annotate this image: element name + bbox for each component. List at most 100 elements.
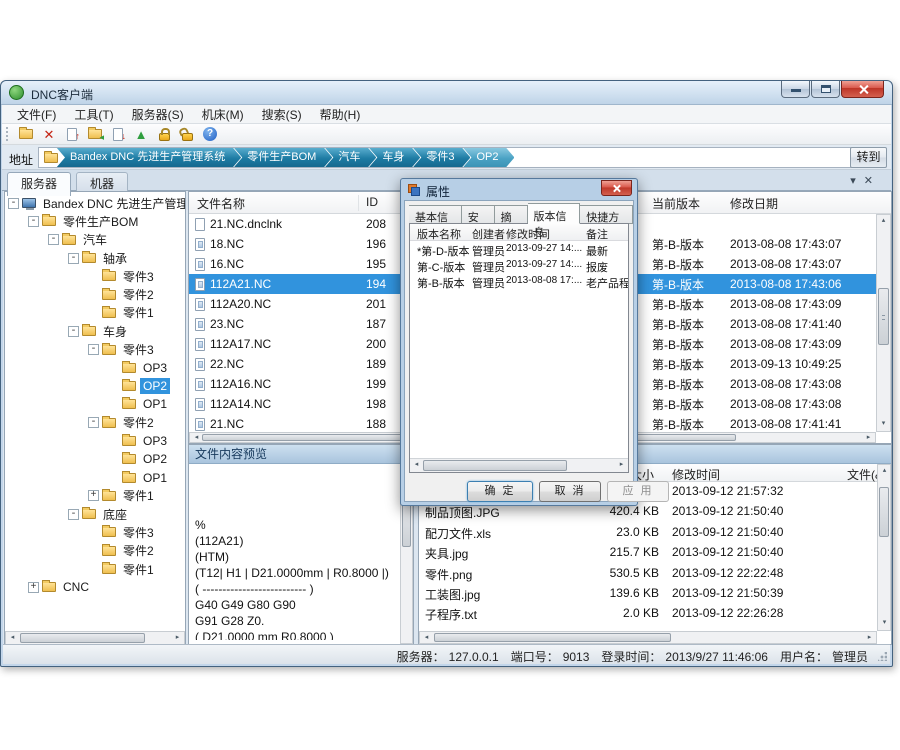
expand-toggle-icon[interactable] — [88, 344, 99, 355]
tree-node[interactable]: 零件3 — [5, 340, 185, 358]
column-header-modified[interactable]: 修改时间 — [672, 466, 720, 483]
scroll-right-icon[interactable]: ▸ — [615, 459, 628, 472]
tree-node[interactable]: 轴承 — [5, 249, 185, 267]
help-button[interactable]: ? — [200, 125, 220, 143]
dialog-tab[interactable]: 快捷方式 — [580, 205, 633, 224]
tree-node[interactable]: 零件3 — [5, 523, 185, 541]
open-folder-button[interactable]: ◂ — [85, 125, 105, 143]
go-button[interactable]: 转到 — [850, 147, 887, 168]
tree-node[interactable]: 零件1 — [5, 487, 185, 505]
tree-node[interactable]: OP1 — [5, 468, 185, 486]
delete-icon: ✕ — [44, 128, 55, 141]
version-row[interactable]: 第-C-版本 管理员 2013-09-27 14:... 报废 — [410, 257, 628, 273]
dialog-tab[interactable]: 安全 — [462, 205, 495, 224]
address-field[interactable]: Bandex DNC 先进生产管理系统零件生产BOM汽车车身零件3OP2 — [38, 147, 858, 168]
expand-toggle-icon[interactable] — [48, 234, 59, 245]
file-list-vscrollbar[interactable]: ▴ ▾ — [876, 214, 891, 432]
tree-node[interactable]: 零件生产BOM — [5, 212, 185, 230]
upload-button[interactable]: ▲ — [131, 125, 151, 143]
maximize-button[interactable] — [811, 81, 840, 98]
tree-node[interactable]: 零件2 — [5, 542, 185, 560]
close-button[interactable] — [841, 81, 884, 98]
attachment-row[interactable]: 工装图.jpg 139.6 KB 2013-09-12 21:50:39 — [419, 584, 877, 604]
attachment-row[interactable]: 配刀文件.xls 23.0 KB 2013-09-12 21:50:40 — [419, 523, 877, 543]
expand-toggle-icon[interactable] — [68, 253, 79, 264]
dialog-tab[interactable]: 版本信息 — [528, 203, 581, 224]
tree-node[interactable]: OP3 — [5, 432, 185, 450]
expand-toggle-icon[interactable] — [28, 582, 39, 593]
attachment-row[interactable]: 子程序.txt 2.0 KB 2013-09-12 22:26:28 — [419, 604, 877, 624]
resize-grip[interactable] — [878, 652, 887, 661]
menu-item[interactable]: 工具(T) — [65, 104, 122, 125]
lock-button[interactable] — [154, 125, 174, 143]
toolbar-grip[interactable] — [6, 127, 9, 141]
tree-node[interactable]: OP2 — [5, 450, 185, 468]
scroll-left-icon[interactable]: ◂ — [410, 459, 423, 472]
tree-node[interactable]: 零件2 — [5, 285, 185, 303]
dialog-hscrollbar[interactable]: ◂ ▸ — [410, 458, 628, 472]
scroll-down-icon[interactable]: ▾ — [878, 617, 891, 630]
expand-toggle-icon[interactable] — [68, 509, 79, 520]
tree-node[interactable]: 零件1 — [5, 560, 185, 578]
expand-toggle-icon[interactable] — [28, 216, 39, 227]
breadcrumb-segment[interactable]: 零件生产BOM — [233, 147, 332, 168]
expand-toggle-icon[interactable] — [88, 490, 99, 501]
column-header-modified[interactable]: 修改日期 — [730, 195, 778, 212]
column-header-version-name[interactable]: 版本名称 — [417, 226, 461, 242]
version-row[interactable]: *第-D-版本 管理员 2013-09-27 14:... 最新 — [410, 241, 628, 257]
tree-node[interactable]: OP1 — [5, 395, 185, 413]
cancel-button[interactable]: 取 消 — [539, 481, 601, 502]
attachment-row[interactable]: 零件.png 530.5 KB 2013-09-12 22:22:48 — [419, 564, 877, 584]
tree-node[interactable]: Bandex DNC 先进生产管理系统 — [5, 194, 185, 212]
close-panel-icon[interactable]: ✕ — [864, 175, 881, 187]
attachments-hscrollbar[interactable]: ◂ ▸ — [419, 631, 877, 644]
menu-item[interactable]: 搜索(S) — [253, 104, 311, 125]
panel-tab[interactable]: 服务器 — [7, 172, 71, 196]
attachment-row[interactable]: 夹具.jpg 215.7 KB 2013-09-12 21:50:40 — [419, 543, 877, 563]
delete-button[interactable]: ✕ — [39, 125, 59, 143]
file-modified-date: 2013-08-08 17:43:08 — [730, 377, 841, 391]
column-header-name[interactable]: 文件名称 — [197, 195, 359, 211]
tree-node[interactable]: 零件1 — [5, 304, 185, 322]
scroll-up-icon[interactable]: ▴ — [877, 215, 890, 228]
tree-node[interactable]: 零件2 — [5, 414, 185, 432]
menu-item[interactable]: 机床(M) — [193, 104, 253, 125]
menu-item[interactable]: 帮助(H) — [311, 104, 370, 125]
column-header-creator[interactable]: 创建者 — [472, 226, 505, 242]
tree-node[interactable]: OP2 — [5, 377, 185, 395]
tree-hscrollbar[interactable]: ◂ ▸ — [5, 631, 185, 645]
breadcrumb-segment[interactable]: Bandex DNC 先进生产管理系统 — [56, 147, 241, 168]
chevron-down-icon[interactable]: ▾ — [850, 175, 864, 187]
new-folder-button[interactable] — [16, 125, 36, 143]
tree-node[interactable]: 汽车 — [5, 231, 185, 249]
unlock-button[interactable] — [177, 125, 197, 143]
scroll-up-icon[interactable]: ▴ — [878, 465, 891, 478]
menu-item[interactable]: 文件(F) — [8, 104, 65, 125]
dialog-title-bar[interactable]: 属性 — [401, 179, 637, 200]
tree-node[interactable]: 底座 — [5, 505, 185, 523]
file-checkout-button[interactable]: ↓ — [108, 125, 128, 143]
expand-toggle-icon[interactable] — [68, 326, 79, 337]
tree-node[interactable]: CNC — [5, 578, 185, 596]
column-header-note[interactable]: 备注 — [586, 226, 608, 242]
apply-button[interactable]: 应 用 — [607, 481, 669, 502]
tree-node[interactable]: 零件3 — [5, 267, 185, 285]
dialog-tab[interactable]: 摘要 — [495, 205, 528, 224]
tree-node[interactable]: OP3 — [5, 359, 185, 377]
file-checkin-button[interactable]: ↑ — [62, 125, 82, 143]
scroll-down-icon[interactable]: ▾ — [877, 418, 890, 431]
breadcrumb-segment[interactable]: 零件3 — [412, 147, 470, 168]
expand-toggle-icon[interactable] — [8, 198, 19, 209]
version-row[interactable]: 第-B-版本 管理员 2013-08-08 17:... 老产品程序 — [410, 273, 628, 289]
column-header-version[interactable]: 当前版本 — [652, 195, 700, 212]
menu-item[interactable]: 服务器(S) — [123, 104, 193, 125]
dialog-tab[interactable]: 基本信息 — [409, 205, 462, 224]
expand-toggle-icon[interactable] — [88, 417, 99, 428]
dialog-close-button[interactable] — [601, 180, 632, 196]
minimize-button[interactable] — [781, 81, 810, 98]
ok-button[interactable]: 确 定 — [467, 481, 533, 502]
attachments-vscrollbar[interactable]: ▴ ▾ — [877, 464, 891, 631]
tree-node[interactable]: 车身 — [5, 322, 185, 340]
column-header-id[interactable]: ID — [366, 195, 378, 209]
title-bar[interactable]: DNC客户端 — [1, 81, 892, 105]
